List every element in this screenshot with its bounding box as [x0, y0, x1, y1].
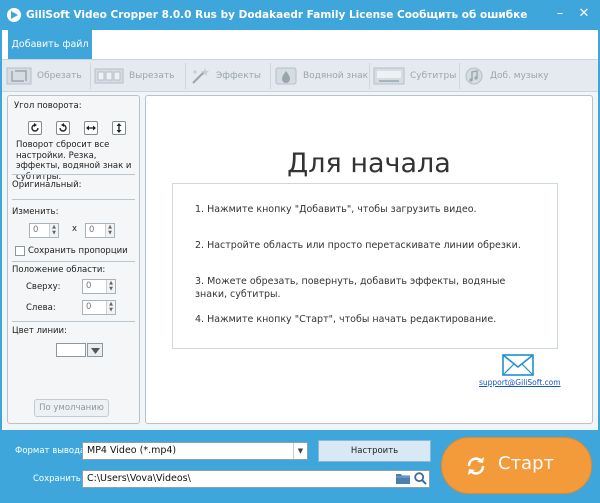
- flip-horizontal-button[interactable]: [84, 121, 98, 135]
- line-color-label: Цвет линии:: [12, 326, 67, 336]
- app-logo-icon: [7, 8, 21, 22]
- add-file-button[interactable]: Добавить файл: [8, 30, 92, 59]
- tool-crop[interactable]: Обрезать: [6, 63, 91, 89]
- tool-subtitles-label: Субтитры: [410, 71, 457, 81]
- instructions-box: 1. Нажмите кнопку "Добавить", чтобы загр…: [172, 183, 558, 349]
- support-email-link[interactable]: support@GiliSoft.com: [479, 378, 561, 387]
- keep-ratio-checkbox[interactable]: [15, 246, 25, 256]
- left-label: Слева:: [26, 303, 56, 313]
- flip-vertical-icon: [116, 123, 122, 133]
- top-input[interactable]: 0 ▲ ▼: [82, 279, 116, 294]
- watermark-icon: [275, 67, 297, 85]
- toolbar: Обрезать Вырезать Эффекты Водяной знак С…: [2, 59, 598, 92]
- left-stepper[interactable]: ▲ ▼: [106, 301, 115, 314]
- divider: [12, 321, 135, 322]
- divider: [12, 199, 135, 200]
- left-value: 0: [86, 302, 92, 312]
- tool-effects-label: Эффекты: [216, 71, 261, 81]
- tool-add-music-label: Доб. музыку: [490, 71, 549, 81]
- top-label: Сверху:: [26, 282, 61, 292]
- format-label: Формат вывода:: [15, 446, 89, 456]
- divider: [12, 261, 135, 262]
- format-select[interactable]: MP4 Video (*.mp4) ▼: [82, 442, 308, 460]
- folder-icon[interactable]: [396, 472, 410, 484]
- tool-effects[interactable]: Эффекты: [189, 63, 271, 89]
- tool-add-music[interactable]: Доб. музыку: [463, 63, 549, 89]
- default-button[interactable]: По умолчанию: [34, 399, 109, 417]
- subtitles-icon: [373, 67, 405, 85]
- resize-label: Изменить:: [12, 207, 59, 217]
- tool-watermark[interactable]: Водяной знак: [274, 63, 370, 89]
- flip-horizontal-icon: [86, 125, 96, 131]
- format-dropdown-arrow[interactable]: ▼: [293, 443, 307, 459]
- flip-vertical-button[interactable]: [112, 121, 126, 135]
- step-2: 2. Настройте область или просто перетаск…: [195, 240, 521, 251]
- tool-subtitles[interactable]: Субтитры: [373, 63, 460, 89]
- report-error-link[interactable]: Сообщить об ошибке: [397, 9, 527, 21]
- title-bar: GiliSoft Video Cropper 8.0.0 Rus by Doda…: [0, 0, 600, 30]
- tool-cut[interactable]: Вырезать: [94, 63, 186, 89]
- rotation-note: Поворот сбросит все настройки. Резка, эф…: [16, 140, 132, 182]
- music-icon: [465, 67, 483, 85]
- settings-button[interactable]: Настроить: [318, 440, 431, 462]
- window-title: GiliSoft Video Cropper 8.0.0 Rus by Doda…: [26, 9, 394, 21]
- save-path-value: C:\Users\Vova\Videos\: [87, 473, 191, 484]
- rotation-label: Угол поворота:: [14, 101, 82, 111]
- line-color-swatch[interactable]: [56, 343, 86, 357]
- start-button-label: Старт: [498, 453, 554, 474]
- save-label: Сохранить:: [33, 474, 84, 484]
- original-size-label: Оригинальный:: [12, 180, 82, 190]
- rotate-clockwise-icon: [31, 123, 39, 132]
- divider: [12, 174, 135, 175]
- size-separator: x: [72, 224, 78, 234]
- rotate-counterclockwise-icon: [59, 123, 67, 132]
- rotate-counterclockwise-button[interactable]: [56, 121, 70, 135]
- width-input[interactable]: 0 ▲ ▼: [29, 223, 59, 238]
- add-file-bar: Добавить файл: [0, 30, 600, 59]
- top-value: 0: [86, 281, 92, 291]
- step-3: 3. Можете обрезать, повернуть, добавить …: [195, 276, 506, 300]
- save-path-field[interactable]: C:\Users\Vova\Videos\: [82, 470, 430, 488]
- step-1: 1. Нажмите кнопку "Добавить", чтобы загр…: [195, 204, 477, 215]
- height-stepper[interactable]: ▲ ▼: [105, 224, 114, 237]
- effects-icon: [192, 68, 209, 84]
- width-value: 0: [33, 225, 39, 235]
- format-value: MP4 Video (*.mp4): [87, 445, 177, 456]
- chevron-down-icon: [90, 348, 100, 354]
- width-stepper[interactable]: ▲ ▼: [49, 224, 58, 237]
- getting-started-heading: Для начала: [287, 148, 451, 179]
- rotate-clockwise-button[interactable]: [28, 121, 42, 135]
- close-button[interactable]: ✕: [576, 6, 592, 22]
- left-input[interactable]: 0 ▲ ▼: [82, 300, 116, 315]
- preview-panel: Для начала 1. Нажмите кнопку "Добавить",…: [145, 95, 593, 424]
- tool-cut-label: Вырезать: [129, 71, 175, 81]
- height-value: 0: [89, 225, 95, 235]
- position-label: Положение области:: [12, 265, 106, 275]
- crop-icon: [6, 67, 32, 85]
- output-bar: Формат вывода: MP4 Video (*.mp4) ▼ Настр…: [0, 430, 600, 503]
- line-color-dropdown[interactable]: [87, 343, 103, 357]
- height-input[interactable]: 0 ▲ ▼: [85, 223, 115, 238]
- settings-panel: Угол поворота: Поворот сбросит все настр…: [7, 95, 140, 424]
- top-stepper[interactable]: ▲ ▼: [106, 280, 115, 293]
- step-4: 4. Нажмите кнопку "Старт", чтобы начать …: [195, 314, 497, 325]
- mail-icon[interactable]: [502, 354, 534, 376]
- refresh-arrows-icon: [467, 457, 485, 475]
- keep-ratio-label: Сохранить пропорции: [28, 246, 128, 256]
- start-button[interactable]: Старт: [441, 437, 592, 494]
- tool-crop-label: Обрезать: [37, 71, 82, 81]
- search-icon[interactable]: [414, 472, 427, 485]
- minimize-button[interactable]: –: [552, 6, 568, 22]
- film-cut-icon: [94, 68, 124, 84]
- tool-watermark-label: Водяной знак: [303, 71, 369, 81]
